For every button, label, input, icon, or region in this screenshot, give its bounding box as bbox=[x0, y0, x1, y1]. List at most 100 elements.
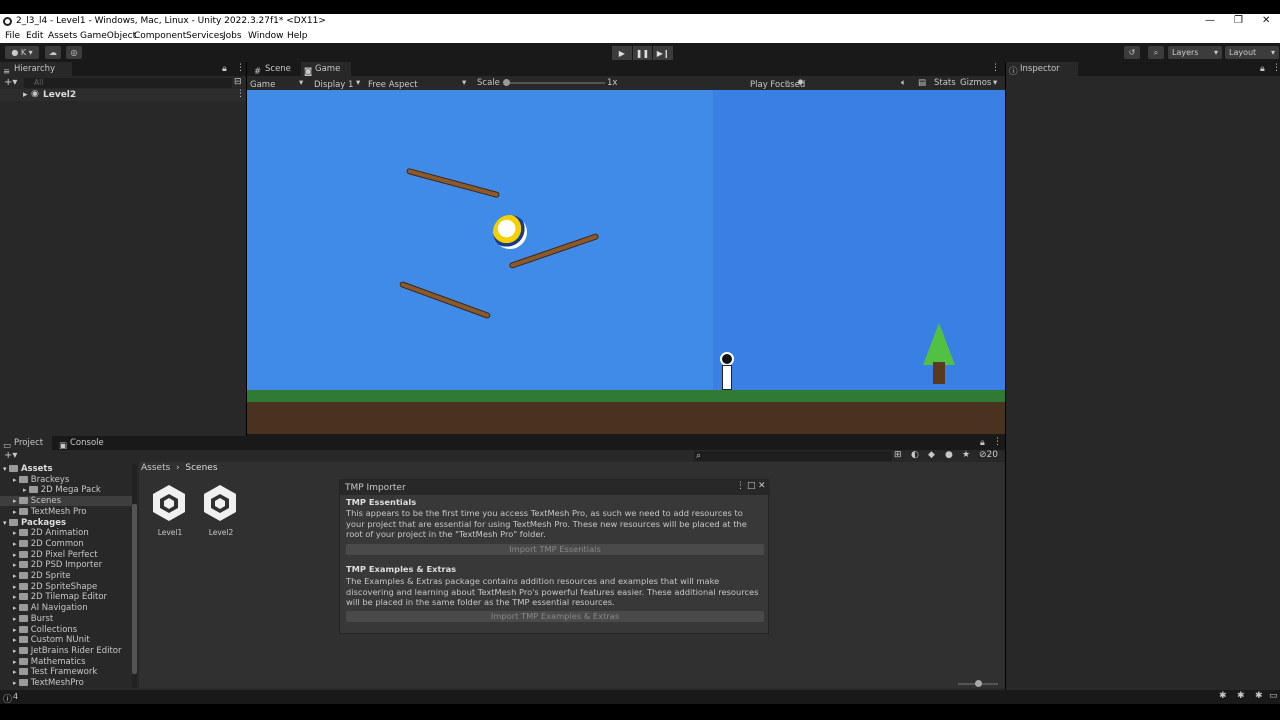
menu-component[interactable]: Component bbox=[134, 31, 186, 41]
chevron-right-icon[interactable]: ▸ bbox=[13, 658, 19, 666]
breadcrumb-scenes[interactable]: Scenes bbox=[185, 463, 217, 473]
play-button[interactable]: ▶ bbox=[612, 46, 632, 60]
tree-item-2d-pixel-perfect[interactable]: ▸ 2D Pixel Perfect bbox=[0, 550, 132, 560]
tree-item-2d-tilemap-editor[interactable]: ▸ 2D Tilemap Editor bbox=[0, 592, 132, 602]
chevron-right-icon[interactable]: ▸ bbox=[13, 551, 19, 559]
layout-dropdown[interactable]: Layout ▾ bbox=[1225, 46, 1279, 59]
tree-item-2d-common[interactable]: ▸ 2D Common bbox=[0, 539, 132, 549]
menu-help[interactable]: Help bbox=[287, 31, 308, 41]
chevron-right-icon[interactable]: ▸ bbox=[13, 476, 19, 484]
star-icon[interactable]: ★ bbox=[962, 450, 970, 460]
tree-item-ai-navigation[interactable]: ▸ AI Navigation bbox=[0, 603, 132, 613]
more-icon[interactable]: ⋮ bbox=[1272, 63, 1280, 73]
slider-handle[interactable] bbox=[503, 79, 510, 86]
lock-icon[interactable]: 🔒︎ bbox=[222, 64, 227, 74]
more-icon[interactable]: ⋮ bbox=[993, 437, 1002, 447]
tree-scrollbar[interactable] bbox=[132, 464, 137, 688]
chevron-right-icon[interactable]: ▸ bbox=[13, 679, 19, 687]
tab-hierarchy[interactable]: ≡ Hierarchy bbox=[0, 62, 72, 77]
tree-item-2d-psd-importer[interactable]: ▸ 2D PSD Importer bbox=[0, 560, 132, 570]
tree-item-2d-mega-pack[interactable]: ▸ 2D Mega Pack bbox=[0, 485, 132, 495]
pause-button[interactable]: ❚❚ bbox=[632, 46, 653, 60]
chevron-right-icon[interactable]: ▸ bbox=[13, 583, 19, 591]
minimize-button[interactable]: — bbox=[1205, 15, 1215, 26]
bug-icon[interactable]: ✹ bbox=[797, 78, 804, 88]
search-filter-icon[interactable]: ⊟ bbox=[234, 77, 242, 87]
chevron-right-icon[interactable]: ▸ bbox=[13, 647, 19, 655]
tree-item-custom-nunit[interactable]: ▸ Custom NUnit bbox=[0, 635, 132, 645]
chevron-right-icon[interactable]: ▸ bbox=[13, 508, 19, 516]
chevron-right-icon[interactable]: ▸ bbox=[13, 636, 19, 644]
menu-window[interactable]: Window bbox=[248, 31, 284, 41]
cache-icon[interactable]: ✱ bbox=[1237, 691, 1245, 701]
more-icon[interactable]: ⋮ bbox=[736, 481, 745, 491]
chevron-right-icon[interactable]: ▸ bbox=[13, 593, 19, 601]
tree-item-2d-animation[interactable]: ▸ 2D Animation bbox=[0, 528, 132, 538]
collab-button[interactable]: ◎ bbox=[66, 46, 82, 59]
tree-item-mathematics[interactable]: ▸ Mathematics bbox=[0, 657, 132, 667]
expand-icon[interactable]: ▸ bbox=[23, 90, 28, 100]
menu-jobs[interactable]: Jobs bbox=[223, 31, 242, 41]
menu-file[interactable]: File bbox=[5, 31, 20, 41]
layers-dropdown[interactable]: Layers ▾ bbox=[1168, 46, 1222, 59]
chevron-right-icon[interactable]: ▸ bbox=[13, 668, 19, 676]
tree-item-assets[interactable]: ▾ Assets bbox=[0, 464, 132, 474]
cloud-button[interactable]: ☁ bbox=[45, 46, 61, 59]
chevron-right-icon[interactable]: ▸ bbox=[13, 540, 19, 548]
hierarchy-search-input[interactable]: All bbox=[24, 78, 232, 88]
import-examples-button[interactable]: Import TMP Examples & Extras bbox=[346, 611, 764, 622]
search-button[interactable]: ⌕ bbox=[1148, 46, 1164, 59]
lock-icon[interactable]: 🔒︎ bbox=[980, 438, 985, 448]
tree-item-scenes[interactable]: ▸ Scenes bbox=[0, 496, 132, 507]
tree-item-2d-spriteshape[interactable]: ▸ 2D SpriteShape bbox=[0, 582, 132, 592]
scrollbar-thumb[interactable] bbox=[132, 504, 137, 674]
menu-assets[interactable]: Assets bbox=[48, 31, 77, 41]
project-search-input[interactable]: ⌕ bbox=[694, 451, 892, 461]
audio-icon[interactable]: 🔈︎ bbox=[901, 78, 906, 88]
warning-icon[interactable]: ● bbox=[945, 450, 953, 460]
asset-level2[interactable]: Level2 bbox=[203, 484, 239, 537]
step-button[interactable]: ▶❙ bbox=[653, 46, 674, 60]
tree-item-2d-sprite[interactable]: ▸ 2D Sprite bbox=[0, 571, 132, 581]
menu-gameobject[interactable]: GameObject bbox=[80, 31, 136, 41]
tree-item-burst[interactable]: ▸ Burst bbox=[0, 614, 132, 624]
menu-services[interactable]: Services bbox=[186, 31, 224, 41]
breadcrumb-assets[interactable]: Assets bbox=[141, 463, 170, 473]
tab-inspector[interactable]: ⓘ Inspector bbox=[1006, 62, 1078, 77]
chevron-right-icon[interactable]: ▸ bbox=[23, 486, 29, 494]
hierarchy-scene-row[interactable]: ▸ ◉ Level2 ⋮ bbox=[0, 89, 246, 101]
tab-game[interactable]: ◙ Game bbox=[301, 62, 351, 77]
tree-item-jetbrains-rider-editor[interactable]: ▸ JetBrains Rider Editor bbox=[0, 646, 132, 656]
gizmos-dropdown[interactable]: Gizmos bbox=[960, 78, 991, 88]
close-button[interactable]: ✕ bbox=[1262, 15, 1270, 26]
debug-icon[interactable]: ✱ bbox=[1255, 691, 1263, 701]
chevron-right-icon[interactable]: ▸ bbox=[13, 561, 19, 569]
icon-size-slider[interactable] bbox=[958, 680, 998, 687]
type-filter-icon[interactable]: ◐ bbox=[911, 450, 919, 460]
chevron-right-icon[interactable]: ▸ bbox=[13, 529, 19, 537]
scale-slider[interactable] bbox=[503, 79, 605, 86]
more-icon[interactable]: ⋮ bbox=[236, 63, 245, 73]
tab-scene[interactable]: # Scene bbox=[251, 62, 299, 77]
chevron-right-icon[interactable]: ▸ bbox=[13, 626, 19, 634]
tree-item-textmeshpro[interactable]: ▸ TextMeshPro bbox=[0, 678, 132, 688]
tree-item-collections[interactable]: ▸ Collections bbox=[0, 625, 132, 635]
tree-item-brackeys[interactable]: ▸ Brackeys bbox=[0, 475, 132, 485]
slider-handle[interactable] bbox=[975, 680, 982, 687]
label-icon[interactable]: ◆ bbox=[928, 450, 935, 460]
chevron-right-icon[interactable]: ▸ bbox=[13, 615, 19, 623]
progress-icon[interactable]: ✱ bbox=[1219, 691, 1227, 701]
stats-button[interactable]: Stats bbox=[934, 78, 956, 88]
tree-item-packages[interactable]: ▾ Packages bbox=[0, 518, 132, 528]
more-icon[interactable]: ⋮ bbox=[991, 63, 1000, 73]
close-icon[interactable]: ✕ bbox=[758, 481, 766, 491]
menu-edit[interactable]: Edit bbox=[26, 31, 43, 41]
chevron-right-icon[interactable]: ▸ bbox=[13, 604, 19, 612]
tab-project[interactable]: ▭ Project bbox=[0, 436, 52, 451]
hidden-count-badge[interactable]: ⊘20 bbox=[979, 450, 998, 460]
more-icon[interactable]: ⋮ bbox=[236, 89, 245, 99]
game-viewport[interactable] bbox=[247, 90, 1005, 434]
asset-level1[interactable]: Level1 bbox=[152, 484, 188, 537]
chevron-right-icon[interactable]: ▸ bbox=[13, 572, 19, 580]
filter-icon[interactable]: ⊞ bbox=[894, 450, 902, 460]
